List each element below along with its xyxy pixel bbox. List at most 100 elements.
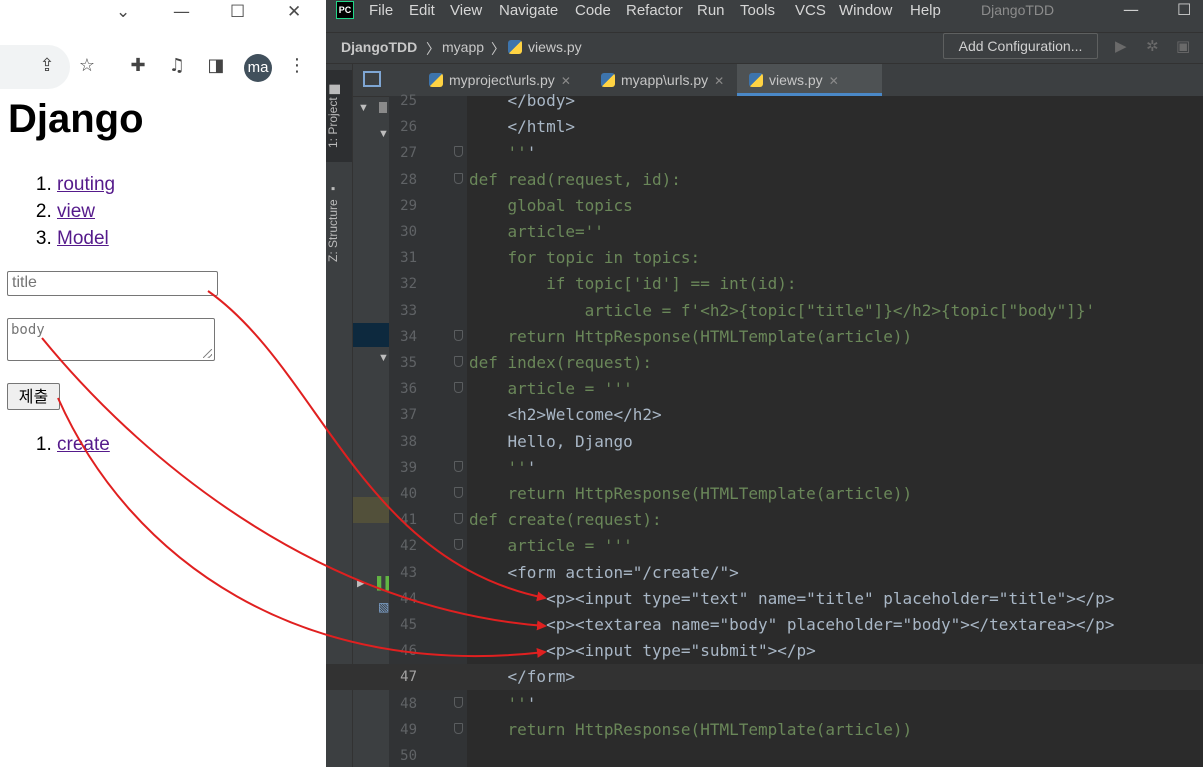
- code-line[interactable]: 29 global topics: [326, 193, 1203, 219]
- menu-refactor[interactable]: Refactor: [626, 2, 683, 19]
- code-line[interactable]: 40 return HttpResponse(HTMLTemplate(arti…: [326, 481, 1203, 507]
- topic-link[interactable]: Model: [57, 228, 109, 249]
- fold-marker-icon[interactable]: [454, 146, 463, 158]
- extensions-icon[interactable]: ✚: [127, 55, 149, 77]
- python-file-icon: [429, 73, 443, 87]
- tab-label: myproject\urls.py: [449, 72, 555, 88]
- code-line[interactable]: 42 article = ''': [326, 533, 1203, 559]
- topic-link[interactable]: routing: [57, 174, 115, 195]
- page-title: Django: [8, 97, 144, 141]
- fold-marker-icon[interactable]: [454, 460, 463, 472]
- close-icon[interactable]: ✕: [829, 74, 839, 88]
- maximize-icon[interactable]: ☐: [1177, 0, 1191, 19]
- menu-edit[interactable]: Edit: [409, 2, 435, 19]
- run-icon[interactable]: ▶: [1115, 37, 1127, 55]
- code-text: <form action="/create/">: [469, 562, 739, 582]
- side-panel-icon[interactable]: ◨: [205, 55, 227, 77]
- submit-button[interactable]: 제출: [7, 383, 60, 410]
- code-line[interactable]: 50: [326, 743, 1203, 767]
- window-title: DjangoTDD: [981, 2, 1055, 18]
- menu-icon[interactable]: ⋮: [286, 55, 308, 77]
- chevron-down-icon[interactable]: ⌄: [116, 2, 130, 22]
- menu-vcs[interactable]: VCS: [795, 2, 826, 19]
- code-line[interactable]: 46 <p><input type="submit"></p>: [326, 638, 1203, 664]
- code-line[interactable]: 47 </form>: [326, 664, 1203, 691]
- coverage-icon[interactable]: ▣: [1176, 37, 1190, 55]
- code-line[interactable]: 37 <h2>Welcome</h2>: [326, 402, 1203, 428]
- pycharm-logo-icon: PC: [336, 1, 354, 19]
- list-item: Model: [57, 225, 115, 252]
- fold-marker-icon[interactable]: [454, 356, 463, 367]
- line-number: 36: [400, 381, 417, 398]
- code-line[interactable]: 27 ''': [326, 140, 1203, 166]
- code-line[interactable]: 28 def read(request, id):: [326, 167, 1203, 193]
- code-line[interactable]: 38 Hello, Django: [326, 429, 1203, 455]
- fold-marker-icon[interactable]: [454, 722, 463, 734]
- code-text: return HttpResponse(HTMLTemplate(article…: [469, 719, 913, 739]
- menu-view[interactable]: View: [450, 2, 482, 19]
- create-link[interactable]: create: [57, 434, 110, 455]
- code-line[interactable]: 45 <p><textarea name="body" placeholder=…: [326, 612, 1203, 638]
- breadcrumb-project[interactable]: DjangoTDD: [341, 39, 417, 55]
- desktop-area: [0, 460, 326, 767]
- menu-help[interactable]: Help: [910, 2, 941, 19]
- close-icon[interactable]: ✕: [561, 74, 571, 88]
- fold-marker-icon[interactable]: [454, 539, 463, 551]
- menu-window[interactable]: Window: [839, 2, 892, 19]
- code-line[interactable]: 33 article = f'<h2>{topic["title"]}</h2>…: [326, 298, 1203, 324]
- code-line[interactable]: 32 if topic['id'] == int(id):: [326, 271, 1203, 297]
- code-line[interactable]: 36 article = ''': [326, 376, 1203, 402]
- code-line[interactable]: 44 <p><input type="text" name="title" pl…: [326, 586, 1203, 612]
- fold-marker-icon[interactable]: [454, 513, 463, 525]
- menu-code[interactable]: Code: [575, 2, 611, 19]
- menu-file[interactable]: File: [369, 2, 393, 19]
- avatar[interactable]: ma: [244, 54, 272, 82]
- add-configuration-button[interactable]: Add Configuration...: [943, 33, 1098, 59]
- code-line[interactable]: 48 ''': [326, 691, 1203, 717]
- breadcrumb-folder[interactable]: myapp: [442, 39, 484, 55]
- fold-marker-icon[interactable]: [454, 696, 463, 708]
- resize-grip-icon[interactable]: [203, 349, 212, 358]
- code-line[interactable]: 31 for topic in topics:: [326, 245, 1203, 271]
- breadcrumb-file[interactable]: views.py: [508, 39, 582, 55]
- address-bar[interactable]: [0, 45, 70, 89]
- media-icon[interactable]: ♫: [166, 55, 188, 77]
- fold-marker-icon[interactable]: [454, 172, 463, 184]
- code-line[interactable]: 30 article='': [326, 219, 1203, 245]
- menu-navigate[interactable]: Navigate: [499, 2, 558, 19]
- code-line[interactable]: 26 </html>: [326, 114, 1203, 140]
- code-line[interactable]: 49 return HttpResponse(HTMLTemplate(arti…: [326, 717, 1203, 743]
- topic-link[interactable]: view: [57, 201, 95, 222]
- control-list: create: [0, 434, 110, 456]
- code-text: for topic in topics:: [469, 248, 701, 268]
- fold-marker-icon[interactable]: [454, 329, 463, 341]
- fold-marker-icon[interactable]: [454, 382, 463, 394]
- body-textarea[interactable]: body: [7, 318, 215, 361]
- minimize-icon[interactable]: —: [173, 2, 190, 22]
- code-line[interactable]: 43 <form action="/create/">: [326, 560, 1203, 586]
- code-text: <p><input type="submit"></p>: [469, 641, 816, 661]
- close-icon[interactable]: ✕: [714, 74, 724, 88]
- debug-icon[interactable]: ✲: [1146, 37, 1159, 55]
- minimize-icon[interactable]: —: [1123, 0, 1139, 19]
- title-input[interactable]: title: [7, 271, 218, 296]
- code-line[interactable]: 41 def create(request):: [326, 507, 1203, 533]
- code-line[interactable]: 34 return HttpResponse(HTMLTemplate(arti…: [326, 324, 1203, 350]
- star-icon[interactable]: ☆: [76, 55, 98, 77]
- code-line[interactable]: 39 ''': [326, 455, 1203, 481]
- fold-marker-icon[interactable]: [454, 487, 463, 498]
- structure-view-icon[interactable]: [363, 71, 381, 87]
- line-number: 27: [400, 145, 417, 162]
- menu-tools[interactable]: Tools: [740, 2, 775, 19]
- code-line[interactable]: 35 def index(request):: [326, 350, 1203, 376]
- menu-run[interactable]: Run: [697, 2, 725, 19]
- code-text: </form>: [469, 667, 575, 687]
- line-number: 45: [400, 617, 417, 633]
- code-text: article='': [469, 222, 604, 241]
- maximize-icon[interactable]: ☐: [230, 2, 245, 22]
- share-icon[interactable]: ⇪: [36, 55, 58, 77]
- code-text: ''': [507, 143, 537, 163]
- code-line[interactable]: 25 </body>: [326, 88, 1203, 114]
- close-icon[interactable]: ✕: [287, 2, 301, 22]
- line-number: 32: [400, 276, 417, 293]
